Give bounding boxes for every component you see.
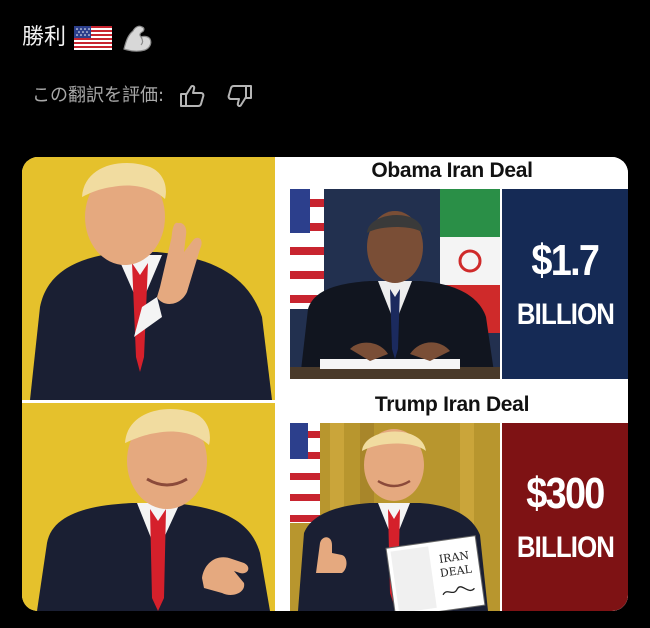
obama-signing-photo (290, 189, 500, 379)
obama-deal-heading: Obama Iran Deal (371, 159, 533, 182)
trump-amount-box: $300 BILLION (502, 423, 628, 611)
obama-amount-unit: BILLION (516, 298, 614, 331)
trump-rejecting-photo (22, 157, 275, 400)
flexed-biceps-icon (120, 23, 154, 53)
obama-amount: $1.7 (531, 236, 600, 285)
translation-rating: この翻訳を評価: (32, 82, 254, 110)
meme-image[interactable]: Obama Iran Deal $1.7 BILLION Trump Iran … (22, 157, 628, 611)
trump-amount: $300 (526, 469, 605, 518)
post-text: 勝利 (22, 22, 154, 54)
post-text-label: 勝利 (22, 25, 67, 50)
trump-amount-unit: BILLION (516, 531, 614, 564)
trump-signing-photo: IRAN DEAL (290, 423, 500, 611)
post-container: 勝利 この翻訳を評価: Obama Iran Deal $1.7 BILLION… (0, 0, 650, 628)
obama-amount-box: $1.7 BILLION (502, 189, 628, 379)
thumbs-up-icon[interactable] (178, 82, 206, 110)
trump-deal-heading: Trump Iran Deal (374, 393, 530, 416)
rate-translation-label: この翻訳を評価: (32, 85, 165, 106)
thumbs-down-icon[interactable] (226, 82, 254, 110)
deal-comparison: Obama Iran Deal $1.7 BILLION Trump Iran … (276, 157, 628, 611)
trump-approving-photo (22, 403, 275, 611)
flag-usa-icon (74, 26, 113, 50)
